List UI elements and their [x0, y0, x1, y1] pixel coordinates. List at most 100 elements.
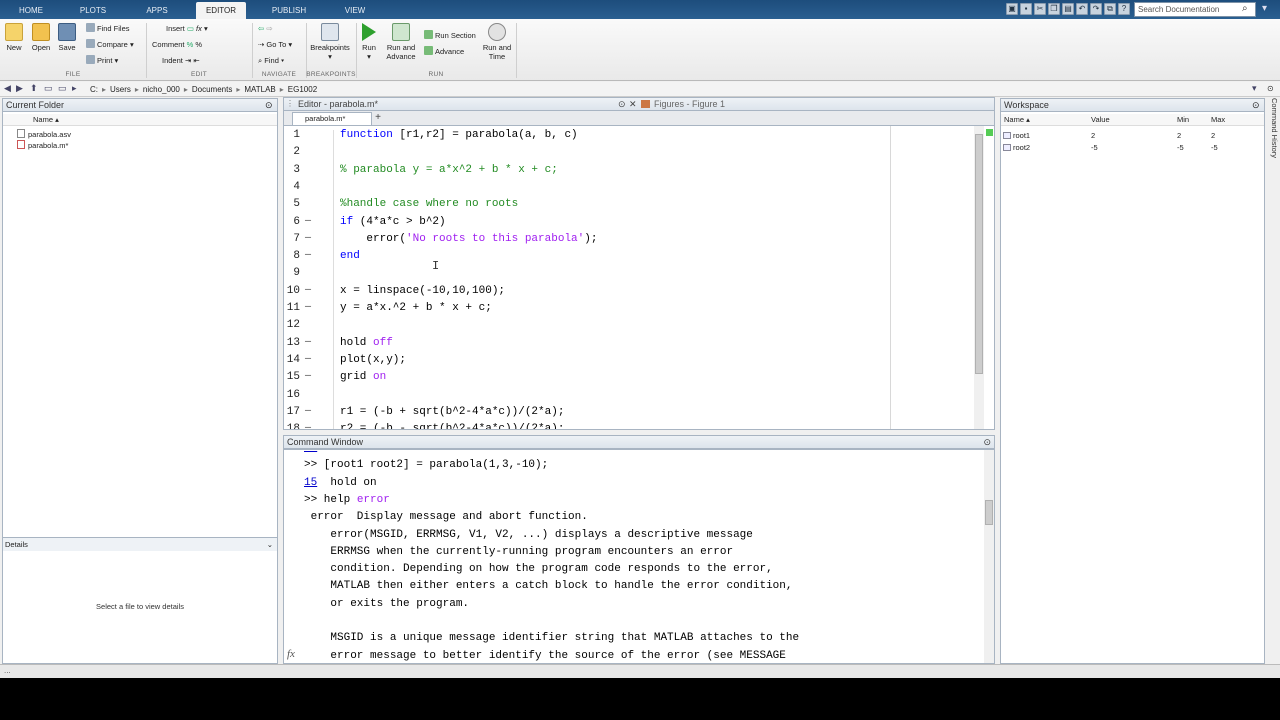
breakpoint-marker[interactable]: —	[305, 250, 311, 261]
advance-button[interactable]: Advance	[424, 46, 464, 58]
figures-title[interactable]: Figures - Figure 1	[654, 98, 725, 110]
code-line[interactable]: x = linspace(-10,10,100);	[340, 285, 505, 297]
code-line[interactable]: function [r1,r2] = parabola(a, b, c)	[340, 129, 578, 141]
dropdown-icon[interactable]: ▸	[72, 83, 77, 94]
editor-tab-parabola[interactable]: parabola.m*	[292, 112, 372, 125]
tab-plots[interactable]: PLOTS	[72, 2, 114, 19]
undo-icon[interactable]: ↶	[1076, 3, 1088, 15]
paste-icon[interactable]: ▤	[1062, 3, 1074, 15]
table-row[interactable]: root1 2 2 2	[1001, 130, 1264, 141]
back-forward-buttons[interactable]: ⇦ ⇨	[258, 23, 273, 35]
column-header-name[interactable]: Name ▴	[3, 114, 277, 126]
breadcrumb-item[interactable]: MATLAB	[244, 85, 275, 94]
panel-menu-icon[interactable]: ⊙	[265, 100, 273, 111]
code-editor[interactable]: 1 2 3 4 5 6—7—8—9 10—11—12 13—14—15—16 17—18— fu…	[283, 125, 995, 430]
save-icon[interactable]: ▪	[1020, 3, 1032, 15]
browse-folder-icon[interactable]: ▭	[44, 83, 53, 94]
breadcrumb-item[interactable]: Users	[110, 85, 131, 94]
code-line[interactable]: y = a*x.^2 + b * x + c;	[340, 302, 492, 314]
column-header-value[interactable]: Value	[1091, 114, 1110, 126]
breakpoint-marker[interactable]: —	[305, 354, 311, 365]
run-and-time-button[interactable]: Run and Time	[480, 23, 514, 61]
chevron-down-icon[interactable]: ▾	[1252, 83, 1257, 94]
code-line[interactable]: error('No roots to this parabola');	[340, 233, 597, 245]
command-window[interactable]: 15 hold on >> [root1 root2] = parabola(1,…	[283, 449, 995, 664]
new-button[interactable]: New	[4, 23, 24, 52]
forward-icon[interactable]: ▶	[16, 83, 23, 94]
new-tab-button[interactable]: +	[372, 112, 384, 125]
scroll-thumb[interactable]	[985, 500, 993, 525]
code-line[interactable]: r2 = (-b - sqrt(b^2-4*a*c))/(2*a);	[340, 423, 564, 429]
switch-windows-icon[interactable]: ⧉	[1104, 3, 1116, 15]
run-section-button[interactable]: Run Section	[424, 30, 476, 42]
comment-button[interactable]: Comment % %	[152, 39, 202, 51]
code-line[interactable]: % parabola y = a*x^2 + b * x + c;	[340, 164, 558, 176]
breadcrumb-item[interactable]: C:	[90, 85, 98, 94]
fx-icon[interactable]: fx	[287, 648, 295, 660]
copy-icon[interactable]: ❐	[1048, 3, 1060, 15]
code-line[interactable]: r1 = (-b + sqrt(b^2-4*a*c))/(2*a);	[340, 406, 564, 418]
layout-icon[interactable]: ▣	[1006, 3, 1018, 15]
panel-menu-icon[interactable]: ⊙	[1252, 100, 1260, 111]
breakpoint-marker[interactable]: —	[305, 406, 311, 417]
breadcrumb-item[interactable]: EG1002	[288, 85, 317, 94]
indent-button[interactable]: Indent ⇥ ⇤	[162, 55, 200, 67]
list-item[interactable]: parabola.asv	[17, 129, 71, 140]
list-item[interactable]: parabola.m*	[17, 140, 68, 151]
breadcrumb-item[interactable]: nicho_000	[143, 85, 180, 94]
panel-menu-icon[interactable]: ⊙	[618, 98, 626, 110]
cut-icon[interactable]: ✂	[1034, 3, 1046, 15]
code-analyzer-status-icon[interactable]	[986, 129, 993, 136]
breakpoint-marker[interactable]: —	[305, 285, 311, 296]
column-header-max[interactable]: Max	[1211, 114, 1225, 126]
code-line[interactable]: plot(x,y);	[340, 354, 406, 366]
scroll-thumb[interactable]	[975, 134, 983, 374]
tab-editor[interactable]: EDITOR	[196, 2, 246, 19]
command-window-scrollbar[interactable]	[984, 450, 994, 663]
run-button[interactable]: Run ▾	[358, 23, 380, 61]
open-button[interactable]: Open	[30, 23, 52, 52]
back-icon[interactable]: ◀	[4, 83, 11, 94]
help-icon[interactable]: ?	[1118, 3, 1130, 15]
chevron-down-icon[interactable]: ⌄	[267, 538, 273, 551]
code-line[interactable]: end	[340, 250, 360, 262]
find-button[interactable]: ⌕ Find ▾	[258, 55, 284, 67]
code-line[interactable]: hold off	[340, 337, 393, 349]
column-header-min[interactable]: Min	[1177, 114, 1189, 126]
breakpoint-marker[interactable]: —	[305, 216, 311, 227]
tab-home[interactable]: HOME	[10, 2, 52, 19]
toolstrip-menu-icon[interactable]: ▾	[1262, 3, 1276, 16]
tab-view[interactable]: VIEW	[334, 2, 376, 19]
close-icon[interactable]: ✕	[629, 98, 637, 110]
breakpoint-marker[interactable]: —	[305, 337, 311, 348]
command-history-menu-icon[interactable]: ⊙	[1267, 84, 1279, 96]
breakpoint-marker[interactable]: —	[305, 302, 311, 313]
code-line[interactable]: grid on	[340, 371, 386, 383]
code-line[interactable]: %handle case where no roots	[340, 198, 518, 210]
redo-icon[interactable]: ↷	[1090, 3, 1102, 15]
print-button[interactable]: Print ▾	[86, 55, 118, 67]
tab-apps[interactable]: APPS	[136, 2, 178, 19]
go-to-button[interactable]: ⇢ Go To ▾	[258, 39, 292, 51]
breakpoint-marker[interactable]: —	[305, 233, 311, 244]
breakpoints-button[interactable]: Breakpoints ▾	[308, 23, 352, 61]
code-line[interactable]: if (4*a*c > b^2)	[340, 216, 446, 228]
save-button[interactable]: Save	[56, 23, 78, 52]
up-folder-icon[interactable]: ⬆	[30, 83, 38, 94]
find-files-button[interactable]: Find Files	[86, 23, 130, 35]
run-and-advance-button[interactable]: Run and Advance	[384, 23, 418, 61]
editor-scrollbar[interactable]	[974, 126, 984, 429]
panel-menu-icon[interactable]: ⊙	[983, 436, 991, 448]
search-documentation-input[interactable]: Search Documentation	[1134, 2, 1256, 17]
compare-button[interactable]: Compare ▾	[86, 39, 134, 51]
breakpoint-marker[interactable]: —	[305, 423, 311, 429]
search-icon[interactable]: ⌕	[1242, 3, 1248, 14]
breadcrumb-item[interactable]: Documents	[192, 85, 232, 94]
insert-button[interactable]: Insert ▭ fx ▾	[166, 23, 208, 35]
details-header[interactable]: Details ⌄	[3, 537, 277, 551]
folder-icon[interactable]: ▭	[58, 83, 67, 94]
table-row[interactable]: root2 -5 -5 -5	[1001, 142, 1264, 153]
command-history-tab[interactable]: Command History	[1267, 98, 1279, 218]
tab-publish[interactable]: PUBLISH	[264, 2, 314, 19]
column-header-name[interactable]: Name ▴	[1004, 114, 1030, 126]
